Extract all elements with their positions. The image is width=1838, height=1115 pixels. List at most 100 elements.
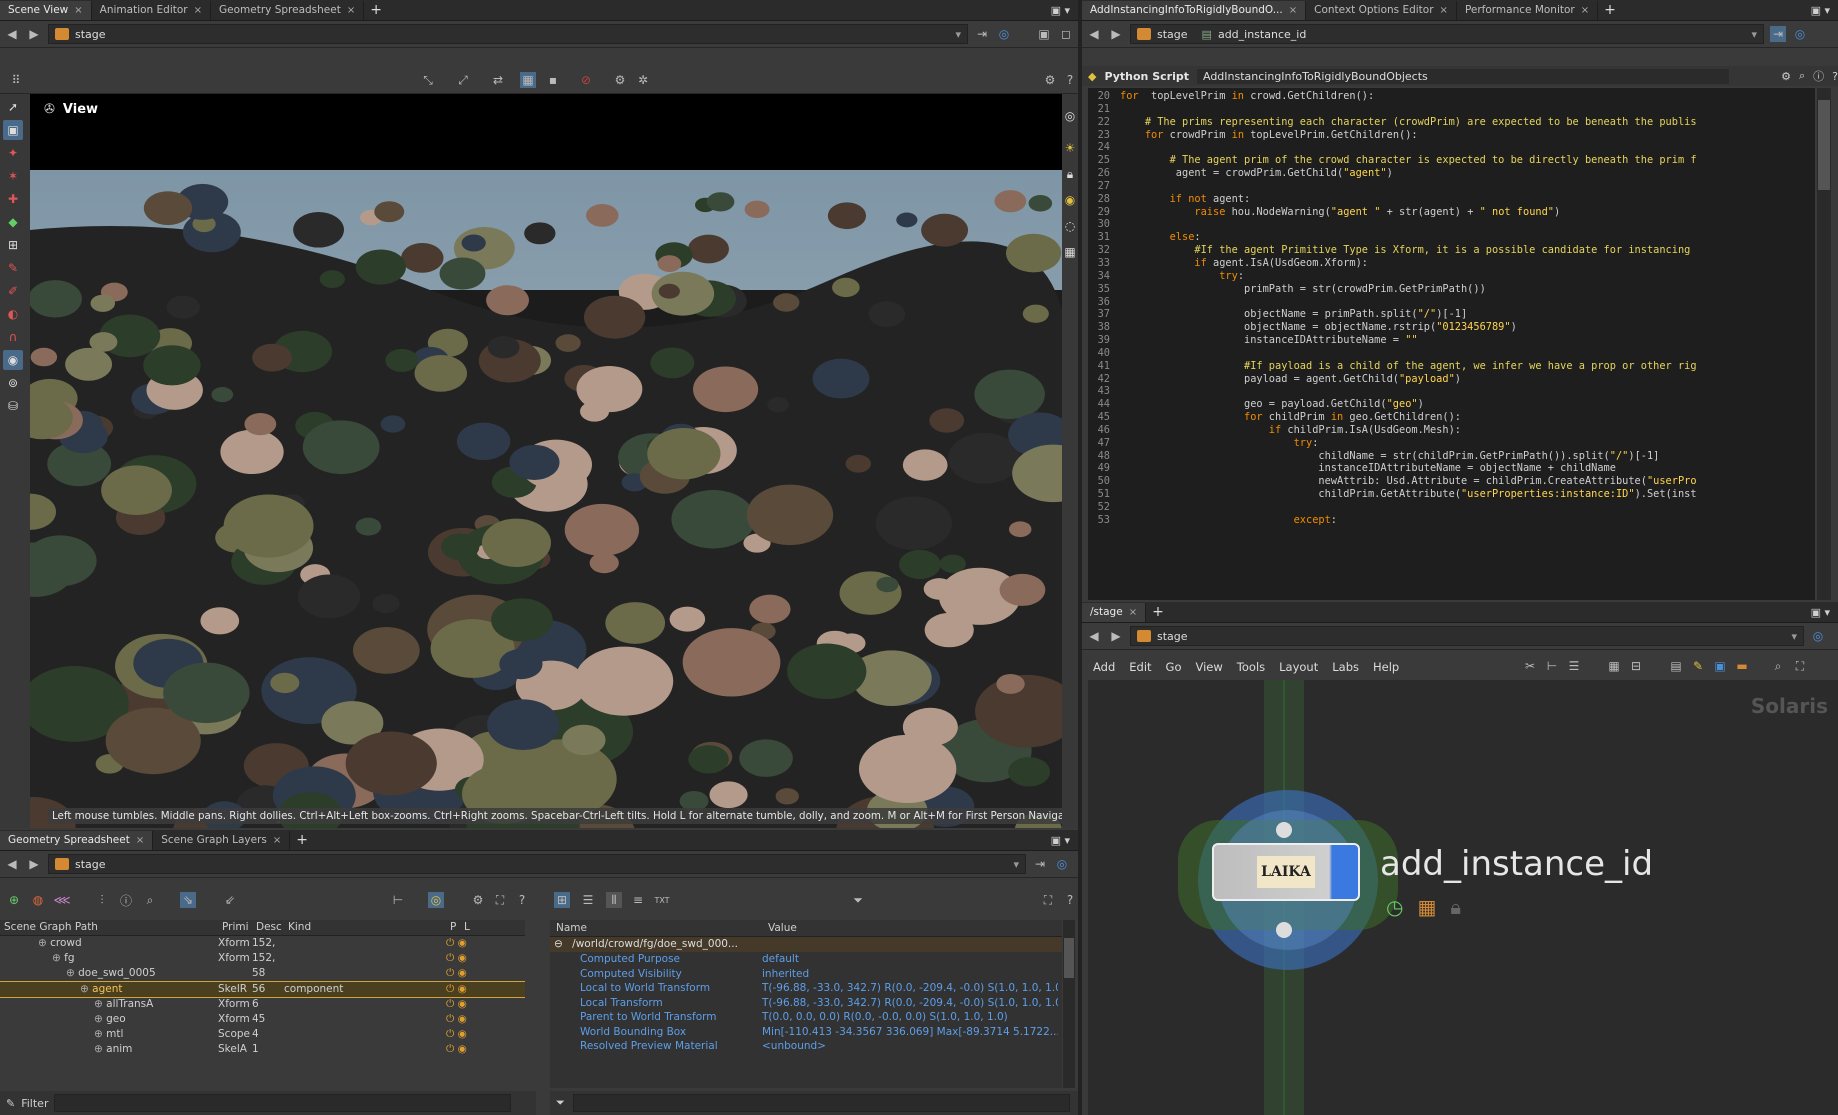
pin-icon[interactable]: ⇥: [1770, 26, 1786, 42]
tree-icon[interactable]: ⊢: [1544, 658, 1560, 674]
props-scrollbar[interactable]: [1063, 920, 1075, 1088]
search-icon[interactable]: ⌕: [1799, 69, 1805, 83]
props-col-value[interactable]: Value: [768, 920, 797, 936]
tree-row[interactable]: ⊕ agent SkelR 56 component ⏻ ◉: [0, 980, 525, 998]
scene-path-field[interactable]: stage ▾: [48, 24, 968, 44]
link-icon[interactable]: ◎: [1810, 628, 1826, 644]
view-eye-icon[interactable]: ◎: [1062, 106, 1078, 126]
sticky-note-icon[interactable]: ✎: [1690, 658, 1706, 674]
add-prim-icon[interactable]: ⊕: [6, 892, 22, 908]
link-icon[interactable]: ◎: [1054, 856, 1070, 872]
variant-icon[interactable]: ⫶: [94, 892, 110, 908]
property-row[interactable]: Resolved Preview Material <unbound>: [550, 1039, 1062, 1054]
rotate-tool-icon[interactable]: ✶: [3, 166, 23, 186]
package-icon[interactable]: ▦: [1417, 895, 1436, 919]
viewport[interactable]: ✇ View Left mouse tumbles. Middle pans. …: [30, 94, 1062, 828]
lock-camera-icon[interactable]: 🔒︎: [1062, 164, 1078, 184]
menu-item-add[interactable]: Add: [1086, 660, 1122, 674]
list-view-icon[interactable]: ☰: [580, 892, 596, 908]
back-arrow-icon[interactable]: ◀: [1086, 628, 1102, 644]
magnet-tool-icon[interactable]: ∩: [3, 327, 23, 347]
property-row[interactable]: Local to World Transform T(-96.88, -33.0,…: [550, 981, 1062, 996]
visibility-toggle-icon[interactable]: ⏻ ◉: [446, 966, 467, 981]
material-icon[interactable]: ◍: [30, 892, 46, 908]
no-entry-icon[interactable]: ⊘: [578, 72, 594, 88]
tree-row[interactable]: ⊕ allTransA Xform 6 ⏻ ◉: [0, 997, 525, 1012]
paint-tool-icon[interactable]: ✎: [3, 258, 23, 278]
tree-col-type[interactable]: Primi: [222, 920, 256, 935]
chevron-down-icon[interactable]: ▾: [1791, 630, 1797, 643]
camera-tool-icon[interactable]: ◐: [3, 304, 23, 324]
code-scroll-thumb[interactable]: [1818, 100, 1830, 190]
scale-tool-icon[interactable]: ✚: [3, 189, 23, 209]
pin-icon[interactable]: ⇥: [1032, 856, 1048, 872]
pick-icon[interactable]: ⇙: [222, 892, 238, 908]
editor-path-field[interactable]: stage ▤ add_instance_id ▾: [1130, 24, 1764, 44]
back-arrow-icon[interactable]: ◀: [4, 856, 20, 872]
help-icon[interactable]: ?: [1062, 72, 1078, 88]
menu-item-view[interactable]: View: [1189, 660, 1230, 674]
grid-menu-icon[interactable]: ⠿: [8, 72, 24, 88]
tree-row[interactable]: ⊕ crowd Xform 152, ⏻ ◉: [0, 936, 525, 951]
tree-col-l[interactable]: L: [464, 920, 478, 935]
lock-selection-icon[interactable]: ▣: [3, 120, 23, 140]
property-row[interactable]: World Bounding Box Min[-110.413 -34.3567 …: [550, 1025, 1062, 1040]
property-row[interactable]: Local Transform T(-96.88, -33.0, 342.7) R…: [550, 996, 1062, 1011]
forward-arrow-icon[interactable]: ▶: [26, 26, 42, 42]
close-icon[interactable]: ×: [347, 1, 355, 20]
close-icon[interactable]: ×: [1581, 1, 1589, 20]
back-arrow-icon[interactable]: ◀: [1086, 26, 1102, 42]
grid-view-icon[interactable]: ▦: [1606, 658, 1622, 674]
help-icon[interactable]: ?: [1832, 70, 1838, 83]
menu-item-go[interactable]: Go: [1159, 660, 1189, 674]
close-icon[interactable]: ×: [74, 1, 82, 20]
filter-funnel-icon[interactable]: ⏷: [850, 892, 866, 908]
target-icon[interactable]: ◎: [428, 892, 444, 908]
image-icon[interactable]: ▤: [1668, 658, 1684, 674]
network-canvas[interactable]: Solaris LAIKA add_instance_id ◷ ▦ 🔒︎: [1088, 680, 1838, 1115]
gear-icon[interactable]: ⚙: [1042, 72, 1058, 88]
layout-icon[interactable]: ⊟: [1628, 658, 1644, 674]
expand-icon[interactable]: ⊕: [94, 1013, 106, 1025]
camera-icon[interactable]: ⚙: [612, 72, 628, 88]
scene-view-tab[interactable]: Animation Editor ×: [92, 1, 212, 20]
expand-icon[interactable]: ⊕: [80, 983, 92, 995]
props-filter-icon[interactable]: ⏷: [556, 1096, 565, 1110]
menu-item-layout[interactable]: Layout: [1272, 660, 1325, 674]
forward-arrow-icon[interactable]: ▶: [1108, 26, 1124, 42]
scene-view-tab[interactable]: Scene View ×: [0, 1, 92, 20]
usd-view-icon[interactable]: TXT: [654, 892, 670, 908]
display-mode-icon[interactable]: ▦: [1062, 242, 1078, 262]
menu-item-help[interactable]: Help: [1366, 660, 1406, 674]
expand-icon[interactable]: ⊕: [52, 952, 64, 964]
visibility-toggle-icon[interactable]: ⏻ ◉: [446, 982, 467, 997]
snapshot-icon[interactable]: ⛶: [492, 892, 508, 908]
expand-icon[interactable]: ⊕: [94, 1028, 106, 1040]
expand-icon[interactable]: ⊕: [38, 937, 50, 949]
editor-path-node[interactable]: add_instance_id: [1218, 28, 1306, 41]
node-name-field[interactable]: AddInstancingInfoToRigidlyBoundObjects: [1196, 68, 1729, 84]
snapping-icon[interactable]: ▦: [520, 72, 536, 88]
forward-arrow-icon[interactable]: ▶: [26, 856, 42, 872]
pane-menu-icon[interactable]: ▣ ▾: [1043, 831, 1078, 850]
property-row[interactable]: Computed Visibility inherited: [550, 967, 1062, 982]
light-tool-icon[interactable]: ✐: [3, 281, 23, 301]
expand-icon[interactable]: ⊕: [94, 998, 106, 1010]
tree-col-kind[interactable]: Kind: [288, 920, 450, 935]
pane-menu-icon[interactable]: ▣ ▾: [1803, 1, 1838, 20]
tree-col-desc[interactable]: Desc: [256, 920, 288, 935]
editor-path-root[interactable]: stage: [1157, 28, 1188, 41]
search-prim-icon[interactable]: ⌕: [142, 892, 158, 908]
visibility-toggle-icon[interactable]: ⏻ ◉: [446, 951, 467, 966]
network-tab[interactable]: /stage ×: [1082, 603, 1147, 622]
close-icon[interactable]: ×: [1440, 1, 1448, 20]
tree-row[interactable]: ⊕ geo Xform 45 ⏻ ◉: [0, 1012, 525, 1027]
visibility-toggle-icon[interactable]: ⏻ ◉: [446, 997, 467, 1012]
spreadsheet-tab[interactable]: Scene Graph Layers ×: [153, 831, 291, 850]
handle-tool-icon[interactable]: ◆: [3, 212, 23, 232]
orbit-tool-icon[interactable]: ⊚: [3, 373, 23, 393]
add-instance-id-node[interactable]: LAIKA: [1212, 843, 1360, 901]
tree-row[interactable]: ⊕ doe_swd_0005 58 ⏻ ◉: [0, 966, 525, 981]
property-row[interactable]: Computed Purpose default: [550, 952, 1062, 967]
gear-icon[interactable]: ⚙: [1781, 70, 1791, 83]
